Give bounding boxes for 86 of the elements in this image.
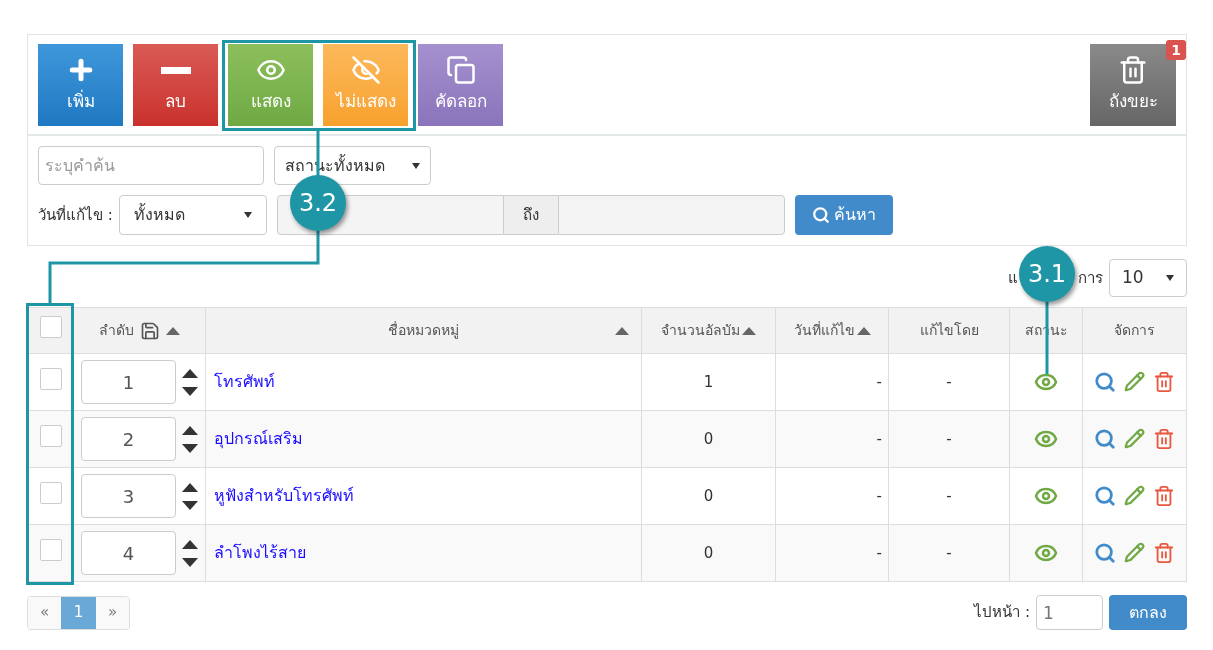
column-header: ชื่อหมวดหมู่ xyxy=(388,320,459,341)
minus-icon xyxy=(160,66,191,74)
callout-tooltip: 3.2 xyxy=(290,175,346,231)
next-page-button[interactable]: » xyxy=(96,596,129,629)
category-link[interactable]: หูฟังสำหรับโทรศัพท์ xyxy=(214,486,354,505)
go-button[interactable]: ตกลง xyxy=(1109,595,1187,630)
edit-icon[interactable] xyxy=(1124,485,1145,506)
move-up-icon[interactable] xyxy=(182,425,198,435)
add-button[interactable]: เพิ่ม xyxy=(38,44,123,126)
modified-date: - xyxy=(876,544,882,562)
modified-date: - xyxy=(876,430,882,448)
category-link[interactable]: โทรศัพท์ xyxy=(214,372,275,391)
delete-icon[interactable] xyxy=(1153,428,1175,450)
sort-arrow-icon[interactable] xyxy=(615,326,629,335)
edit-icon[interactable] xyxy=(1124,428,1145,449)
category-link[interactable]: ลำโพงไร้สาย xyxy=(214,543,306,562)
view-icon[interactable] xyxy=(1094,485,1116,507)
modified-by: - xyxy=(946,430,952,448)
album-count: 0 xyxy=(703,430,714,448)
checkbox[interactable] xyxy=(39,367,62,390)
checkbox[interactable] xyxy=(39,424,62,447)
checkbox[interactable] xyxy=(39,481,62,504)
sort-arrow-icon[interactable] xyxy=(742,326,756,335)
view-icon[interactable] xyxy=(1094,371,1116,393)
column-header: จำนวนอัลบัม xyxy=(661,321,740,340)
delete-icon[interactable] xyxy=(1153,542,1175,564)
date-label: วันที่แก้ไข : xyxy=(38,204,113,226)
album-count: 1 xyxy=(703,373,714,391)
caret-icon xyxy=(243,212,252,218)
count-badge: 1 xyxy=(1166,40,1186,60)
date-select[interactable]: ทั้งหมด xyxy=(118,195,267,235)
callout-tooltip: 3.1 xyxy=(1019,246,1075,302)
per-page-label: แ xyxy=(1008,267,1018,289)
order-field[interactable]: 1 xyxy=(81,360,176,404)
caret-icon xyxy=(412,162,420,169)
column-header: วันที่แก้ไข xyxy=(793,320,855,340)
caret-icon xyxy=(1166,275,1174,281)
checkbox[interactable] xyxy=(39,316,62,338)
column-header: แก้ไขโดย xyxy=(919,321,979,340)
delete-button[interactable]: ลบ xyxy=(133,44,218,126)
page-number-field[interactable]: 1 xyxy=(1036,595,1103,630)
copy-icon xyxy=(445,55,476,86)
edit-icon[interactable] xyxy=(1124,542,1145,563)
column-header: จัดการ xyxy=(1114,321,1155,340)
search-button[interactable]: ค้นหา xyxy=(794,195,893,235)
order-field[interactable]: 2 xyxy=(81,417,176,461)
eye-slash-icon xyxy=(350,55,381,86)
sort-arrow-icon[interactable] xyxy=(856,326,871,335)
move-up-icon[interactable] xyxy=(182,539,198,549)
search-field[interactable]: ระบุคำค้น xyxy=(38,146,264,185)
album-count: 0 xyxy=(703,487,714,505)
edit-icon[interactable] xyxy=(1124,371,1145,392)
modified-date: - xyxy=(876,487,882,505)
go-to-page-label: ไปหน้า : xyxy=(974,602,1030,624)
sort-arrow-icon[interactable] xyxy=(166,326,180,335)
delete-icon[interactable] xyxy=(1153,485,1175,507)
search-icon xyxy=(811,206,830,224)
copy-button[interactable]: คัดลอก xyxy=(418,44,503,126)
delete-icon[interactable] xyxy=(1153,371,1175,393)
view-icon[interactable] xyxy=(1094,542,1116,564)
date-range-separator: ถึง xyxy=(503,195,558,235)
order-field[interactable]: 4 xyxy=(81,531,176,575)
per-page-label: การ xyxy=(1078,267,1103,289)
page-button[interactable]: 1 xyxy=(61,596,96,629)
modified-by: - xyxy=(946,487,952,505)
per-page-select[interactable]: 10 xyxy=(1109,259,1187,297)
album-count: 0 xyxy=(703,544,714,562)
trash-icon xyxy=(1118,55,1148,86)
move-down-icon[interactable] xyxy=(182,557,198,567)
modified-by: - xyxy=(946,373,952,391)
view-icon[interactable] xyxy=(1094,428,1116,450)
previous-page-button[interactable]: « xyxy=(28,596,61,629)
move-up-icon[interactable] xyxy=(182,482,198,492)
move-down-icon[interactable] xyxy=(182,386,198,396)
move-down-icon[interactable] xyxy=(182,443,198,453)
save-icon[interactable] xyxy=(140,320,160,341)
order-field[interactable]: 3 xyxy=(81,474,176,518)
modified-date: - xyxy=(876,373,882,391)
move-down-icon[interactable] xyxy=(182,500,198,510)
category-link[interactable]: อุปกรณ์เสริม xyxy=(214,429,303,448)
date-to-field[interactable] xyxy=(557,195,785,235)
move-up-icon[interactable] xyxy=(182,368,198,378)
show-button[interactable]: แสดง xyxy=(228,44,313,126)
column-header: ลำดับ xyxy=(99,321,134,340)
modified-by: - xyxy=(946,544,952,562)
checkbox[interactable] xyxy=(39,538,62,561)
